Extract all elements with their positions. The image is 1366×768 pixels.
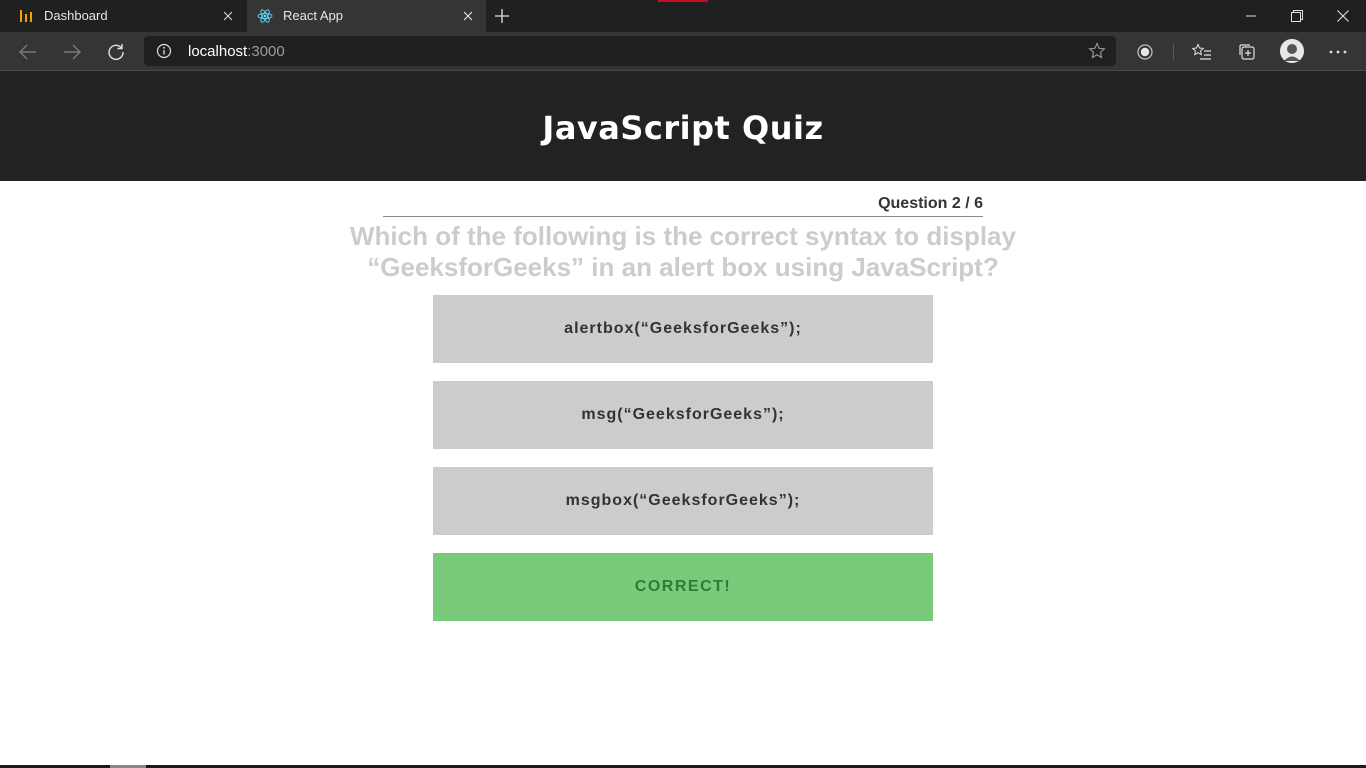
dashboard-bars-icon — [18, 8, 34, 24]
collections-icon[interactable] — [1235, 40, 1259, 64]
answer-option[interactable]: msgbox(“GeeksforGeeks”); — [433, 467, 933, 535]
refresh-icon[interactable] — [104, 40, 128, 64]
extension-icon[interactable] — [1133, 40, 1157, 64]
site-info-icon[interactable] — [156, 43, 172, 59]
address-url: localhost:3000 — [188, 43, 285, 60]
close-tab-icon[interactable] — [460, 8, 476, 24]
recording-indicator — [658, 0, 708, 2]
url-host: localhost — [188, 43, 248, 60]
toolbar-separator — [1173, 44, 1174, 60]
close-window-icon[interactable] — [1320, 0, 1366, 32]
divider — [383, 216, 983, 217]
react-logo-icon — [257, 8, 273, 24]
close-tab-icon[interactable] — [220, 8, 236, 24]
profile-avatar[interactable] — [1280, 39, 1304, 63]
more-options-icon[interactable] — [1326, 40, 1350, 64]
favorites-icon[interactable] — [1190, 40, 1214, 64]
quiz-header: JavaScript Quiz — [0, 71, 1366, 181]
page-viewport: JavaScript Quiz Question 2 / 6 Which of … — [0, 71, 1366, 768]
tab-title: Dashboard — [44, 8, 108, 23]
question-counter: Question 2 / 6 — [878, 195, 983, 212]
answer-option[interactable]: alertbox(“GeeksforGeeks”); — [433, 295, 933, 363]
restore-icon[interactable] — [1274, 0, 1320, 32]
address-bar[interactable]: localhost:3000 — [144, 36, 1116, 66]
tab-dashboard[interactable]: Dashboard — [0, 0, 246, 32]
new-tab-icon[interactable] — [492, 6, 512, 26]
browser-toolbar: localhost:3000 — [0, 32, 1366, 71]
tab-react-app[interactable]: React App — [247, 0, 486, 32]
minimize-icon[interactable] — [1228, 0, 1274, 32]
answer-option[interactable]: msg(“GeeksforGeeks”); — [433, 381, 933, 449]
answer-option-correct[interactable]: CORRECT! — [433, 553, 933, 621]
question-text: Which of the following is the correct sy… — [350, 221, 1016, 282]
url-port: :3000 — [247, 43, 285, 60]
page-title: JavaScript Quiz — [542, 109, 824, 147]
forward-arrow-icon[interactable] — [60, 40, 84, 64]
tab-title: React App — [283, 8, 343, 23]
browser-tab-bar: Dashboard React App — [0, 0, 1366, 32]
favorite-star-icon[interactable] — [1088, 42, 1106, 60]
answer-options: alertbox(“GeeksforGeeks”); msg(“Geeksfor… — [433, 295, 933, 639]
back-arrow-icon[interactable] — [16, 40, 40, 64]
